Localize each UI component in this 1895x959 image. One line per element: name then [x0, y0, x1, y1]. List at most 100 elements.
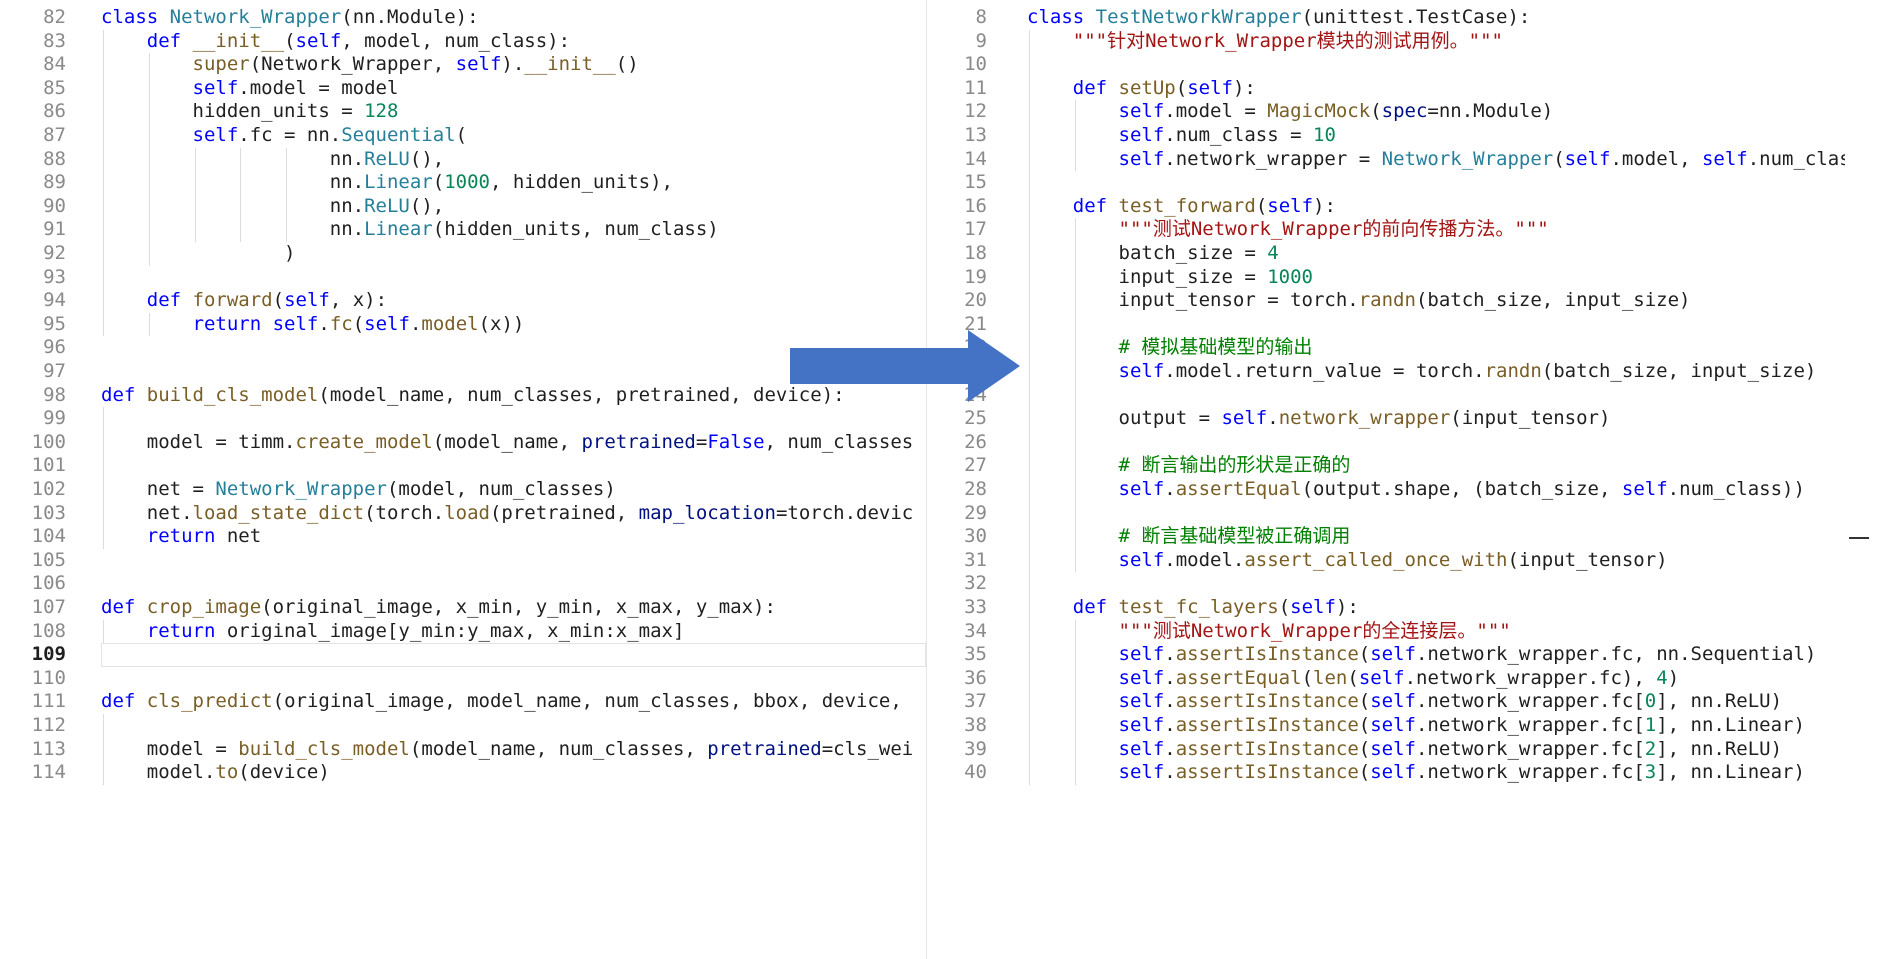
code-line[interactable]: 8 class TestNetworkWrapper(unittest.TestC…: [927, 6, 1846, 30]
code-line[interactable]: 12 self.model = MagicMock(spec=nn.Module…: [927, 100, 1846, 124]
line-number: 13: [964, 124, 987, 146]
code-line[interactable]: 36 self.assertEqual(len(self.network_wra…: [927, 667, 1846, 691]
code-line[interactable]: 104 return net: [0, 525, 926, 549]
code-text: def setUp(self):: [1072, 76, 1256, 99]
code-line[interactable]: 14 self.network_wrapper = Network_Wrappe…: [927, 148, 1846, 172]
code-text: nn.Linear(1000, hidden_units),: [101, 171, 673, 194]
code-line[interactable]: 107 def crop_image(original_image, x_min,…: [0, 596, 926, 620]
code-line[interactable]: 9 """针对Network_Wrapper模块的测试用例。""": [927, 30, 1846, 54]
code-line[interactable]: 108 return original_image[y_min:y_max, x…: [0, 620, 926, 644]
right-code-editor[interactable]: 8 class TestNetworkWrapper(unittest.TestC…: [926, 0, 1846, 959]
line-number: 87: [43, 124, 66, 146]
code-line[interactable]: 97: [0, 360, 926, 384]
code-line[interactable]: 18 batch_size = 4: [927, 242, 1846, 266]
code-text: return self.fc(self.model(x)): [192, 312, 525, 335]
line-number: 91: [43, 218, 66, 241]
code-line[interactable]: 98 def build_cls_model(model_name, num_cl…: [0, 384, 926, 408]
code-text: nn.ReLU(),: [101, 194, 445, 217]
indent-guide: [148, 312, 150, 337]
code-line[interactable]: 102 net = Network_Wrapper(model, num_cla…: [0, 478, 926, 502]
line-number: 99: [43, 407, 66, 430]
line-number: 9: [975, 29, 987, 52]
left-code-editor[interactable]: 82 class Network_Wrapper(nn.Module): 83 de…: [0, 0, 926, 959]
code-line[interactable]: 22 # 模拟基础模型的输出: [927, 336, 1846, 360]
code-line[interactable]: 82 class Network_Wrapper(nn.Module):: [0, 6, 926, 30]
code-line[interactable]: 23 self.model.return_value = torch.randn…: [927, 360, 1846, 384]
code-line[interactable]: 32: [927, 572, 1846, 596]
line-number: 104: [31, 525, 66, 548]
code-line[interactable]: 99: [0, 407, 926, 431]
code-line[interactable]: 10: [927, 53, 1846, 77]
line-number: 107: [31, 596, 66, 618]
code-line[interactable]: 101: [0, 454, 926, 478]
code-line[interactable]: 16 def test_forward(self):: [927, 195, 1846, 219]
code-line[interactable]: 24: [927, 384, 1846, 408]
code-line[interactable]: 96: [0, 336, 926, 360]
code-line[interactable]: 37 self.assertIsInstance(self.network_wr…: [927, 690, 1846, 714]
code-line[interactable]: 93: [0, 266, 926, 290]
code-text: """针对Network_Wrapper模块的测试用例。""": [1072, 29, 1503, 52]
code-line[interactable]: 90 nn.ReLU(),: [0, 195, 926, 219]
code-text: hidden_units = 128: [101, 100, 399, 123]
code-line[interactable]: 38 self.assertIsInstance(self.network_wr…: [927, 714, 1846, 738]
code-text: ): [101, 242, 296, 264]
code-line[interactable]: 26: [927, 431, 1846, 455]
code-line[interactable]: 33 def test_fc_layers(self):: [927, 596, 1846, 620]
code-line[interactable]: 40 self.assertIsInstance(self.network_wr…: [927, 761, 1846, 785]
code-line[interactable]: 30 # 断言基础模型被正确调用: [927, 525, 1846, 549]
code-line[interactable]: 21: [927, 313, 1846, 337]
code-line[interactable]: 105: [0, 549, 926, 573]
code-line[interactable]: 35 self.assertIsInstance(self.network_wr…: [927, 643, 1846, 667]
code-line[interactable]: 106: [0, 572, 926, 596]
code-line[interactable]: 20 input_tensor = torch.randn(batch_size…: [927, 289, 1846, 313]
code-line[interactable]: 94 def forward(self, x):: [0, 289, 926, 313]
code-line[interactable]: 84 super(Network_Wrapper, self).__init__…: [0, 53, 926, 77]
code-text: input_size = 1000: [1027, 265, 1313, 288]
code-line[interactable]: 87 self.fc = nn.Sequential(: [0, 124, 926, 148]
code-line[interactable]: 31 self.model.assert_called_once_with(in…: [927, 549, 1846, 573]
code-line[interactable]: 100 model = timm.create_model(model_name…: [0, 431, 926, 455]
line-number: 12: [964, 100, 987, 123]
code-line[interactable]: 112: [0, 714, 926, 738]
code-line[interactable]: 103 net.load_state_dict(torch.load(pretr…: [0, 502, 926, 526]
code-line[interactable]: 86 hidden_units = 128: [0, 100, 926, 124]
code-line[interactable]: 19 input_size = 1000: [927, 266, 1846, 290]
code-line[interactable]: 25 output = self.network_wrapper(input_t…: [927, 407, 1846, 431]
code-line[interactable]: 15: [927, 171, 1846, 195]
code-line[interactable]: 13 self.num_class = 10: [927, 124, 1846, 148]
code-line[interactable]: 91 nn.Linear(hidden_units, num_class): [0, 218, 926, 242]
code-line[interactable]: 89 nn.Linear(1000, hidden_units),: [0, 171, 926, 195]
code-text: self.assertIsInstance(self.network_wrapp…: [1118, 643, 1817, 666]
code-line[interactable]: 88 nn.ReLU(),: [0, 148, 926, 172]
code-line[interactable]: 28 self.assertEqual(output.shape, (batch…: [927, 478, 1846, 502]
line-number: 114: [31, 761, 66, 784]
code-line[interactable]: 110: [0, 667, 926, 691]
code-text: self.network_wrapper = Network_Wrapper(s…: [1118, 147, 1846, 170]
line-number: 20: [964, 289, 987, 312]
indent-guide: [103, 619, 104, 644]
code-line[interactable]: 11 def setUp(self):: [927, 77, 1846, 101]
line-number: 11: [964, 76, 987, 99]
code-line[interactable]: 113 model = build_cls_model(model_name, …: [0, 738, 926, 762]
line-number: 30: [964, 525, 987, 548]
code-line[interactable]: 83 def __init__(self, model, num_class):: [0, 30, 926, 54]
code-line[interactable]: 95 return self.fc(self.model(x)): [0, 313, 926, 337]
indent-guide: [103, 29, 104, 337]
code-line[interactable]: 114 model.to(device): [0, 761, 926, 785]
code-line[interactable]: 17 """测试Network_Wrapper的前向传播方法。""": [927, 218, 1846, 242]
code-line[interactable]: 27 # 断言输出的形状是正确的: [927, 454, 1846, 478]
indent-guide: [103, 407, 104, 549]
code-line[interactable]: 92 ): [0, 242, 926, 266]
code-line[interactable]: 111 def cls_predict(original_image, model…: [0, 690, 926, 714]
line-number: 102: [31, 478, 66, 500]
code-text: def build_cls_model(model_name, num_clas…: [101, 383, 845, 406]
code-text: net = Network_Wrapper(model, num_classes…: [101, 478, 616, 500]
code-line[interactable]: 39 self.assertIsInstance(self.network_wr…: [927, 738, 1846, 762]
line-number: 103: [31, 501, 66, 524]
code-line[interactable]: 109: [0, 643, 926, 667]
code-text: self.fc = nn.Sequential(: [192, 124, 468, 146]
code-line[interactable]: 85 self.model = model: [0, 77, 926, 101]
code-text: self.model.return_value = torch.randn(ba…: [1118, 360, 1817, 382]
code-line[interactable]: 34 """测试Network_Wrapper的全连接层。""": [927, 620, 1846, 644]
code-line[interactable]: 29: [927, 502, 1846, 526]
